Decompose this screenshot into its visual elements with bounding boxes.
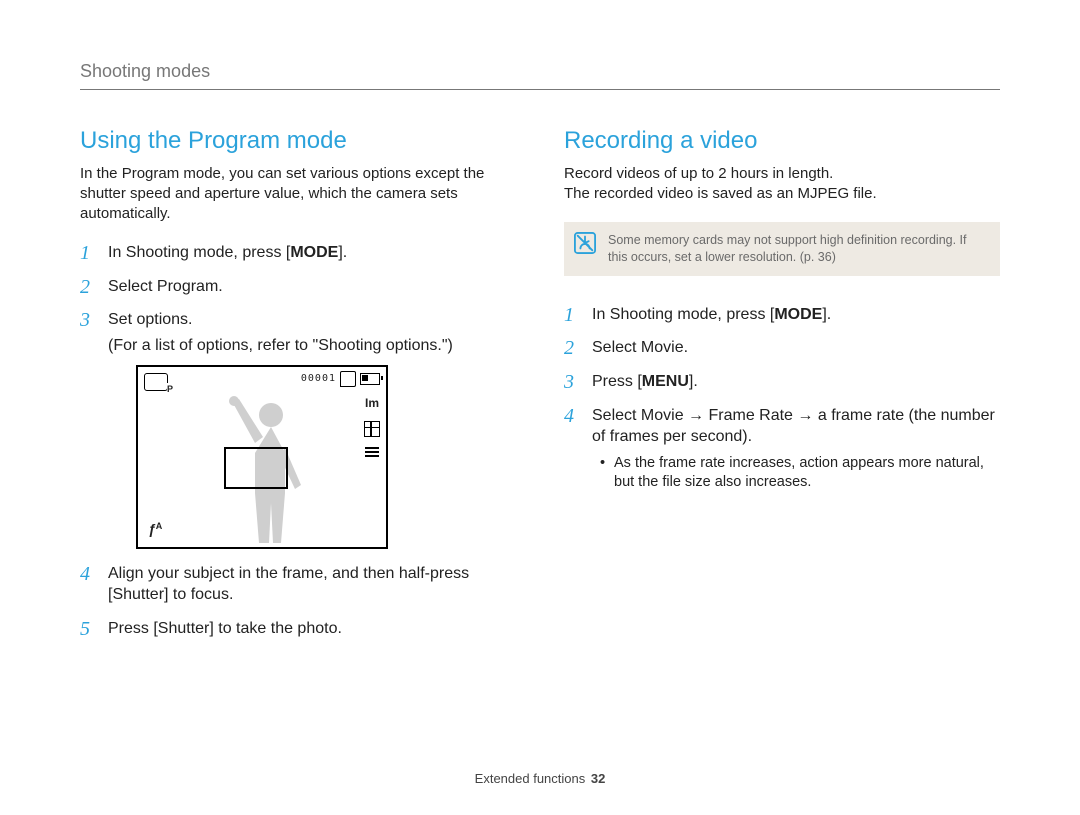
step-4-left: Align your subject in the frame, and the… [80, 563, 516, 606]
note-memory-card: Some memory cards may not support high d… [564, 222, 1000, 276]
step-5-left: Press [Shutter] to take the photo. [80, 618, 516, 640]
focus-rectangle [224, 447, 288, 489]
sd-card-icon [340, 371, 356, 387]
step-3-subtext: (For a list of options, refer to "Shooti… [108, 335, 516, 357]
heading-program-mode: Using the Program mode [80, 126, 516, 156]
flash-auto-icon: ƒA [148, 520, 162, 539]
step-3-left: Set options. (For a list of options, ref… [80, 309, 516, 548]
camera-mode-icon [144, 373, 168, 391]
intro-recording-video: Record videos of up to 2 hours in length… [564, 164, 1000, 205]
step-3-right: Press [MENU]. [564, 371, 1000, 393]
note-icon [574, 232, 596, 254]
mode-key: MODE [774, 306, 822, 323]
page-footer: Extended functions 32 [0, 771, 1080, 787]
frame-rate-note: As the frame rate increases, action appe… [600, 454, 1000, 493]
intro-program-mode: In the Program mode, you can set various… [80, 164, 516, 225]
battery-icon [360, 373, 380, 385]
step-4-right: Select Movie → Frame Rate → a frame rate… [564, 405, 1000, 493]
viewfinder-illustration: 00001 Im [136, 365, 388, 549]
steps-recording-video: In Shooting mode, press [MODE]. Select M… [564, 304, 1000, 493]
step-1-right: In Shooting mode, press [MODE]. [564, 304, 1000, 326]
column-left: Using the Program mode In the Program mo… [80, 126, 516, 652]
step-2-left: Select Program. [80, 276, 516, 298]
step-2-right: Select Movie. [564, 337, 1000, 359]
breadcrumb: Shooting modes [80, 60, 1000, 90]
step-1-left: In Shooting mode, press [MODE]. [80, 242, 516, 264]
mode-key: MODE [290, 244, 338, 261]
page-number: 32 [591, 771, 605, 786]
size-icon: Im [365, 395, 379, 411]
metering-icon [365, 447, 379, 457]
steps-program-mode: In Shooting mode, press [MODE]. Select P… [80, 242, 516, 639]
grid-icon [364, 421, 380, 437]
heading-recording-video: Recording a video [564, 126, 1000, 156]
counter-label: 00001 [301, 372, 336, 386]
column-right: Recording a video Record videos of up to… [564, 126, 1000, 652]
menu-key: MENU [642, 373, 689, 390]
